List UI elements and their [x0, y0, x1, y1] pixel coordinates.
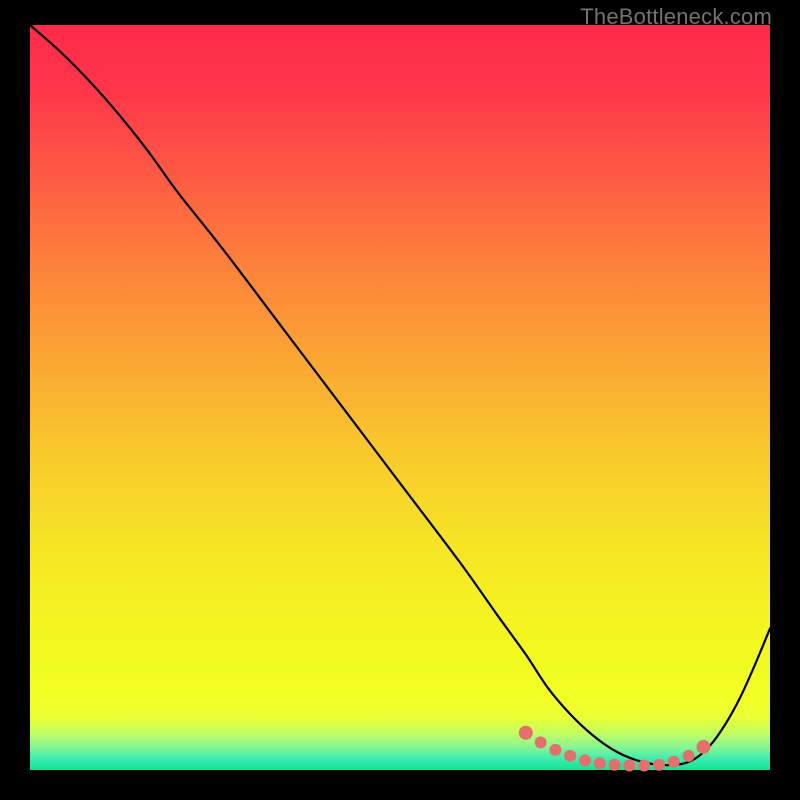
- highlight-dot: [519, 726, 533, 740]
- plot-frame: [30, 25, 770, 770]
- highlight-dot: [549, 744, 561, 756]
- highlight-dot: [535, 736, 547, 748]
- highlight-dot: [683, 750, 695, 762]
- highlight-dot: [564, 750, 576, 762]
- highlight-dot: [668, 756, 680, 768]
- highlight-dot: [579, 754, 591, 766]
- main-curve: [30, 25, 770, 765]
- highlight-dot: [594, 757, 606, 769]
- watermark-text: TheBottleneck.com: [580, 4, 772, 30]
- highlight-dot: [696, 740, 710, 754]
- plot-svg: [30, 25, 770, 770]
- highlight-dot: [638, 760, 650, 772]
- highlight-dot: [653, 759, 665, 771]
- highlight-dot: [609, 759, 621, 771]
- highlight-dot: [623, 760, 635, 772]
